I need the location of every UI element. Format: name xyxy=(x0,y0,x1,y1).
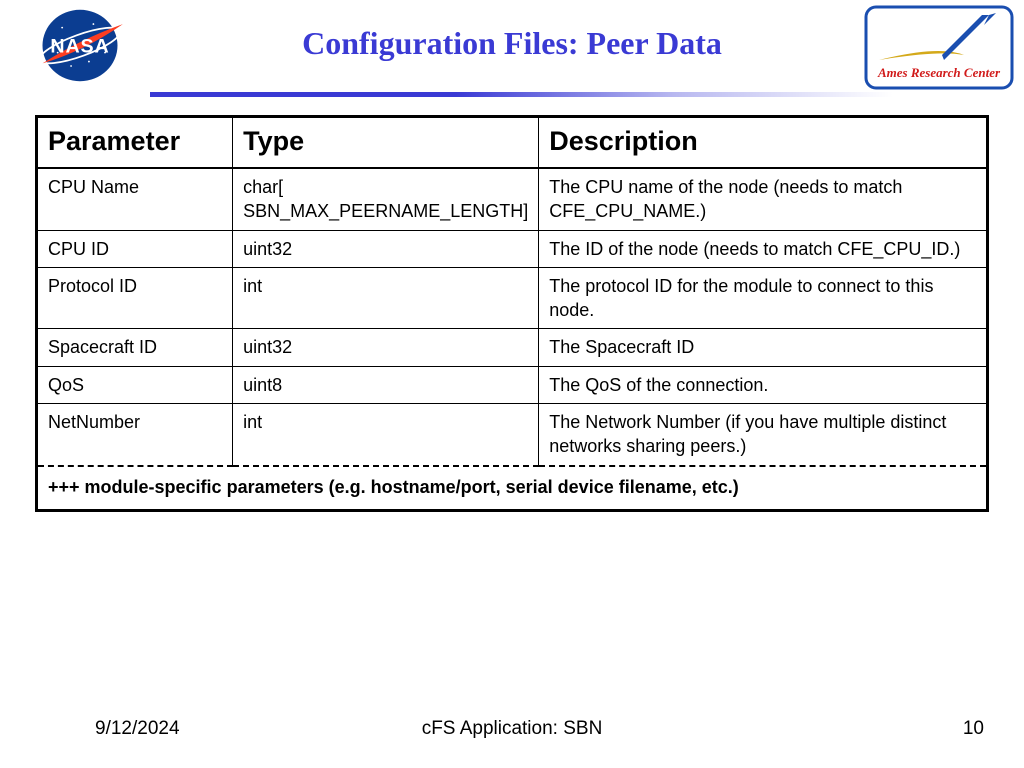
table-footnote-row: +++ module-specific parameters (e.g. hos… xyxy=(37,466,988,511)
header-type: Type xyxy=(233,117,539,169)
cell-type: int xyxy=(233,267,539,329)
table-row: QoS uint8 The QoS of the connection. xyxy=(37,366,988,403)
table-header-row: Parameter Type Description xyxy=(37,117,988,169)
cell-param: NetNumber xyxy=(37,404,233,466)
svg-text:Ames Research Center: Ames Research Center xyxy=(877,65,1001,80)
table-body: CPU Name char[ SBN_MAX_PEERNAME_LENGTH] … xyxy=(37,168,988,510)
cell-type: uint32 xyxy=(233,230,539,267)
header-divider xyxy=(150,92,1024,97)
header: NASA Configuration Files: Peer Data Ames… xyxy=(0,0,1024,100)
cell-type: int xyxy=(233,404,539,466)
cell-type: uint32 xyxy=(233,329,539,366)
cell-param: Spacecraft ID xyxy=(37,329,233,366)
table-row: Spacecraft ID uint32 The Spacecraft ID xyxy=(37,329,988,366)
cell-type: char[ SBN_MAX_PEERNAME_LENGTH] xyxy=(233,168,539,230)
footer: 9/12/2024 cFS Application: SBN 10 xyxy=(0,710,1024,740)
ames-logo-icon: Ames Research Center xyxy=(864,5,1014,90)
content-area: Parameter Type Description CPU Name char… xyxy=(35,115,989,512)
cell-desc: The protocol ID for the module to connec… xyxy=(539,267,988,329)
cell-desc: The QoS of the connection. xyxy=(539,366,988,403)
table-row: CPU ID uint32 The ID of the node (needs … xyxy=(37,230,988,267)
cell-param: QoS xyxy=(37,366,233,403)
footer-page-number: 10 xyxy=(963,718,984,740)
footer-title: cFS Application: SBN xyxy=(0,718,1024,740)
cell-param: CPU Name xyxy=(37,168,233,230)
table-row: Protocol ID int The protocol ID for the … xyxy=(37,267,988,329)
cell-desc: The ID of the node (needs to match CFE_C… xyxy=(539,230,988,267)
table-row: NetNumber int The Network Number (if you… xyxy=(37,404,988,466)
footnote-cell: +++ module-specific parameters (e.g. hos… xyxy=(37,466,988,511)
cell-desc: The CPU name of the node (needs to match… xyxy=(539,168,988,230)
header-parameter: Parameter xyxy=(37,117,233,169)
parameter-table: Parameter Type Description CPU Name char… xyxy=(35,115,989,512)
cell-type: uint8 xyxy=(233,366,539,403)
slide: NASA Configuration Files: Peer Data Ames… xyxy=(0,0,1024,768)
cell-param: Protocol ID xyxy=(37,267,233,329)
cell-desc: The Network Number (if you have multiple… xyxy=(539,404,988,466)
header-description: Description xyxy=(539,117,988,169)
table-row: CPU Name char[ SBN_MAX_PEERNAME_LENGTH] … xyxy=(37,168,988,230)
cell-desc: The Spacecraft ID xyxy=(539,329,988,366)
cell-param: CPU ID xyxy=(37,230,233,267)
